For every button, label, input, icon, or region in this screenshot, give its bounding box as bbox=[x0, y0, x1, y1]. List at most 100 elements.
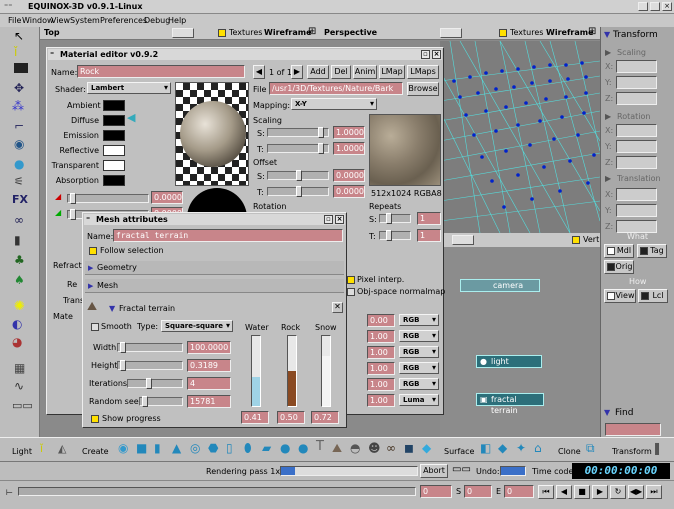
stop-button[interactable]: ■ bbox=[574, 485, 590, 499]
scaling-y-field[interactable] bbox=[616, 76, 657, 89]
iterations-value[interactable]: 4 bbox=[187, 377, 231, 390]
what-mdl-button[interactable]: Mdl bbox=[604, 244, 634, 258]
link-icon[interactable]: ∞ bbox=[14, 213, 30, 229]
layout-icon-right[interactable]: ⊞ bbox=[588, 27, 596, 37]
rock-value[interactable]: 0.50 bbox=[277, 411, 305, 424]
schematic-view[interactable]: camera ● light ▣ fractal terrain bbox=[440, 247, 600, 437]
textures-checkbox-right[interactable] bbox=[499, 29, 507, 37]
translation-y-field[interactable] bbox=[616, 204, 657, 217]
mesh-attributes-iconify[interactable]: ▫ bbox=[324, 215, 333, 224]
viewport-menu-button[interactable] bbox=[172, 28, 194, 38]
scaling-t-value[interactable]: 1.0000 bbox=[333, 142, 365, 155]
create-ball2-icon[interactable]: ● bbox=[298, 442, 308, 454]
layer-mode-4[interactable]: RGB bbox=[399, 378, 439, 390]
schematic-node-light[interactable]: ● light bbox=[476, 355, 542, 368]
geometry-section[interactable]: Geometry bbox=[85, 261, 344, 275]
layer-value-4[interactable]: 1.00 bbox=[367, 378, 395, 391]
clone-icon[interactable]: ⧉ bbox=[586, 442, 595, 454]
add-material-button[interactable]: Add bbox=[307, 65, 329, 79]
viewport-name-perspective[interactable]: Perspective bbox=[324, 28, 377, 38]
toolbar-clone-label[interactable]: Clone bbox=[558, 447, 581, 457]
menu-system[interactable]: System bbox=[70, 16, 100, 26]
fractal-type-dropdown[interactable]: Square-square bbox=[161, 320, 233, 332]
wireframe-label-left[interactable]: Wireframe bbox=[264, 28, 312, 38]
mesh-attributes-titlebar[interactable]: ⁼ Mesh attributes ▫ × bbox=[84, 214, 345, 225]
surface-icon-2[interactable]: ◆ bbox=[498, 442, 507, 454]
toolbar-spot-icon[interactable]: ◭ bbox=[58, 443, 66, 454]
cup-icon[interactable]: ◉ bbox=[14, 137, 30, 153]
layer-mode-2[interactable]: RGB bbox=[399, 346, 439, 358]
fractal-collapse-icon[interactable]: ▼ bbox=[109, 304, 115, 314]
camera-icon[interactable] bbox=[14, 63, 28, 73]
material-name-field[interactable]: Rock bbox=[77, 65, 245, 78]
layer-mode-0[interactable]: RGB bbox=[399, 314, 439, 326]
go-end-button[interactable]: ⏭ bbox=[646, 485, 662, 499]
layer-value-5[interactable]: 1.00 bbox=[367, 394, 395, 407]
shader-dropdown[interactable]: Lambert bbox=[87, 82, 171, 94]
render-icon[interactable]: ✺ bbox=[14, 299, 30, 315]
menu-view[interactable]: View bbox=[51, 16, 70, 26]
smooth-checkbox[interactable] bbox=[91, 323, 99, 331]
mesh-section[interactable]: Mesh bbox=[85, 279, 344, 293]
scaling-x-field[interactable] bbox=[616, 60, 657, 73]
create-chain-icon[interactable]: ∞ bbox=[386, 442, 396, 454]
menu-window[interactable]: Window bbox=[22, 16, 54, 26]
layer-value-2[interactable]: 1.00 bbox=[367, 346, 395, 359]
play-button[interactable]: ▶ bbox=[592, 485, 608, 499]
create-terrain-icon[interactable]: ⛰ bbox=[332, 442, 342, 454]
layout-icon[interactable]: ⊞ bbox=[308, 27, 316, 37]
tube-icon[interactable]: ⌐ bbox=[14, 119, 30, 135]
close-button[interactable]: × bbox=[662, 2, 672, 11]
mesh-window-menu-icon[interactable]: ⁼ bbox=[86, 214, 90, 225]
rock-slider[interactable] bbox=[287, 335, 297, 407]
mesh-attributes-close[interactable]: × bbox=[335, 215, 344, 224]
how-lcl-button[interactable]: Lcl bbox=[638, 289, 668, 303]
fx-icon[interactable]: FX bbox=[12, 193, 28, 209]
create-capsule-icon[interactable]: ⬮ bbox=[244, 442, 252, 454]
perspective-viewport[interactable] bbox=[440, 41, 600, 233]
ambient-swatch[interactable] bbox=[103, 100, 125, 111]
texture-file-field[interactable]: /usr1/3D/Textures/Nature/Bark bbox=[269, 82, 403, 95]
red-value[interactable]: 0.0000 bbox=[151, 191, 183, 204]
prev-material-button[interactable]: ◀ bbox=[253, 65, 265, 79]
mapping-dropdown[interactable]: X-Y bbox=[291, 98, 377, 110]
water-slider[interactable] bbox=[251, 335, 261, 407]
create-torus-icon[interactable]: ◎ bbox=[190, 442, 200, 454]
current-frame-field[interactable]: 0 bbox=[420, 485, 452, 498]
surface-icon-4[interactable]: ⌂ bbox=[534, 442, 542, 454]
textures-checkbox-left[interactable] bbox=[218, 29, 226, 37]
scaling-t-slider[interactable] bbox=[267, 143, 329, 154]
menu-debug[interactable]: Debug bbox=[144, 16, 170, 26]
snow-slider[interactable] bbox=[321, 335, 331, 407]
layer-mode-5[interactable]: Luma bbox=[399, 394, 439, 406]
show-progress-checkbox[interactable] bbox=[91, 415, 99, 423]
book-icon[interactable]: ▭▭ bbox=[12, 399, 33, 415]
emission-swatch[interactable] bbox=[103, 130, 125, 141]
light-bulb-icon[interactable]: ǐ bbox=[14, 45, 30, 61]
layer-mode-1[interactable]: RGB bbox=[399, 330, 439, 342]
wireframe-label-right[interactable]: Wireframe bbox=[546, 28, 594, 38]
transparent-swatch[interactable] bbox=[103, 160, 125, 171]
create-water-icon[interactable]: ◆ bbox=[422, 442, 431, 454]
abort-button[interactable]: Abort bbox=[420, 464, 448, 478]
rewind-button[interactable]: ◀ bbox=[556, 485, 572, 499]
create-plane-icon[interactable]: ▰ bbox=[262, 442, 271, 454]
toolbar-bulb-icon[interactable]: ǐ bbox=[40, 443, 43, 454]
create-text-icon[interactable]: T bbox=[316, 440, 324, 453]
timeline-track[interactable] bbox=[18, 487, 416, 496]
toolbar-transform-label[interactable]: Transform bbox=[612, 447, 652, 457]
water-value[interactable]: 0.41 bbox=[241, 411, 269, 424]
surface-icon-1[interactable]: ◧ bbox=[480, 442, 491, 454]
scaling-z-field[interactable] bbox=[616, 92, 657, 105]
absorption-swatch[interactable] bbox=[103, 175, 125, 186]
app-menu-icon[interactable]: ⁼⁼ bbox=[4, 2, 12, 11]
book-status-icon[interactable]: ▭▭ bbox=[452, 465, 471, 475]
diffuse-swatch[interactable] bbox=[103, 115, 125, 126]
browse-button[interactable]: Browse bbox=[407, 82, 439, 96]
vertical-checkbox[interactable] bbox=[572, 236, 580, 244]
end-frame-field[interactable]: 0 bbox=[504, 485, 534, 498]
timeline-start-icon[interactable]: ⊢ bbox=[6, 488, 13, 498]
grid-icon[interactable]: ▦ bbox=[14, 361, 30, 377]
repeats-t-value[interactable]: 1 bbox=[417, 229, 441, 242]
mesh-name-field[interactable]: fractal terrain bbox=[113, 229, 343, 242]
